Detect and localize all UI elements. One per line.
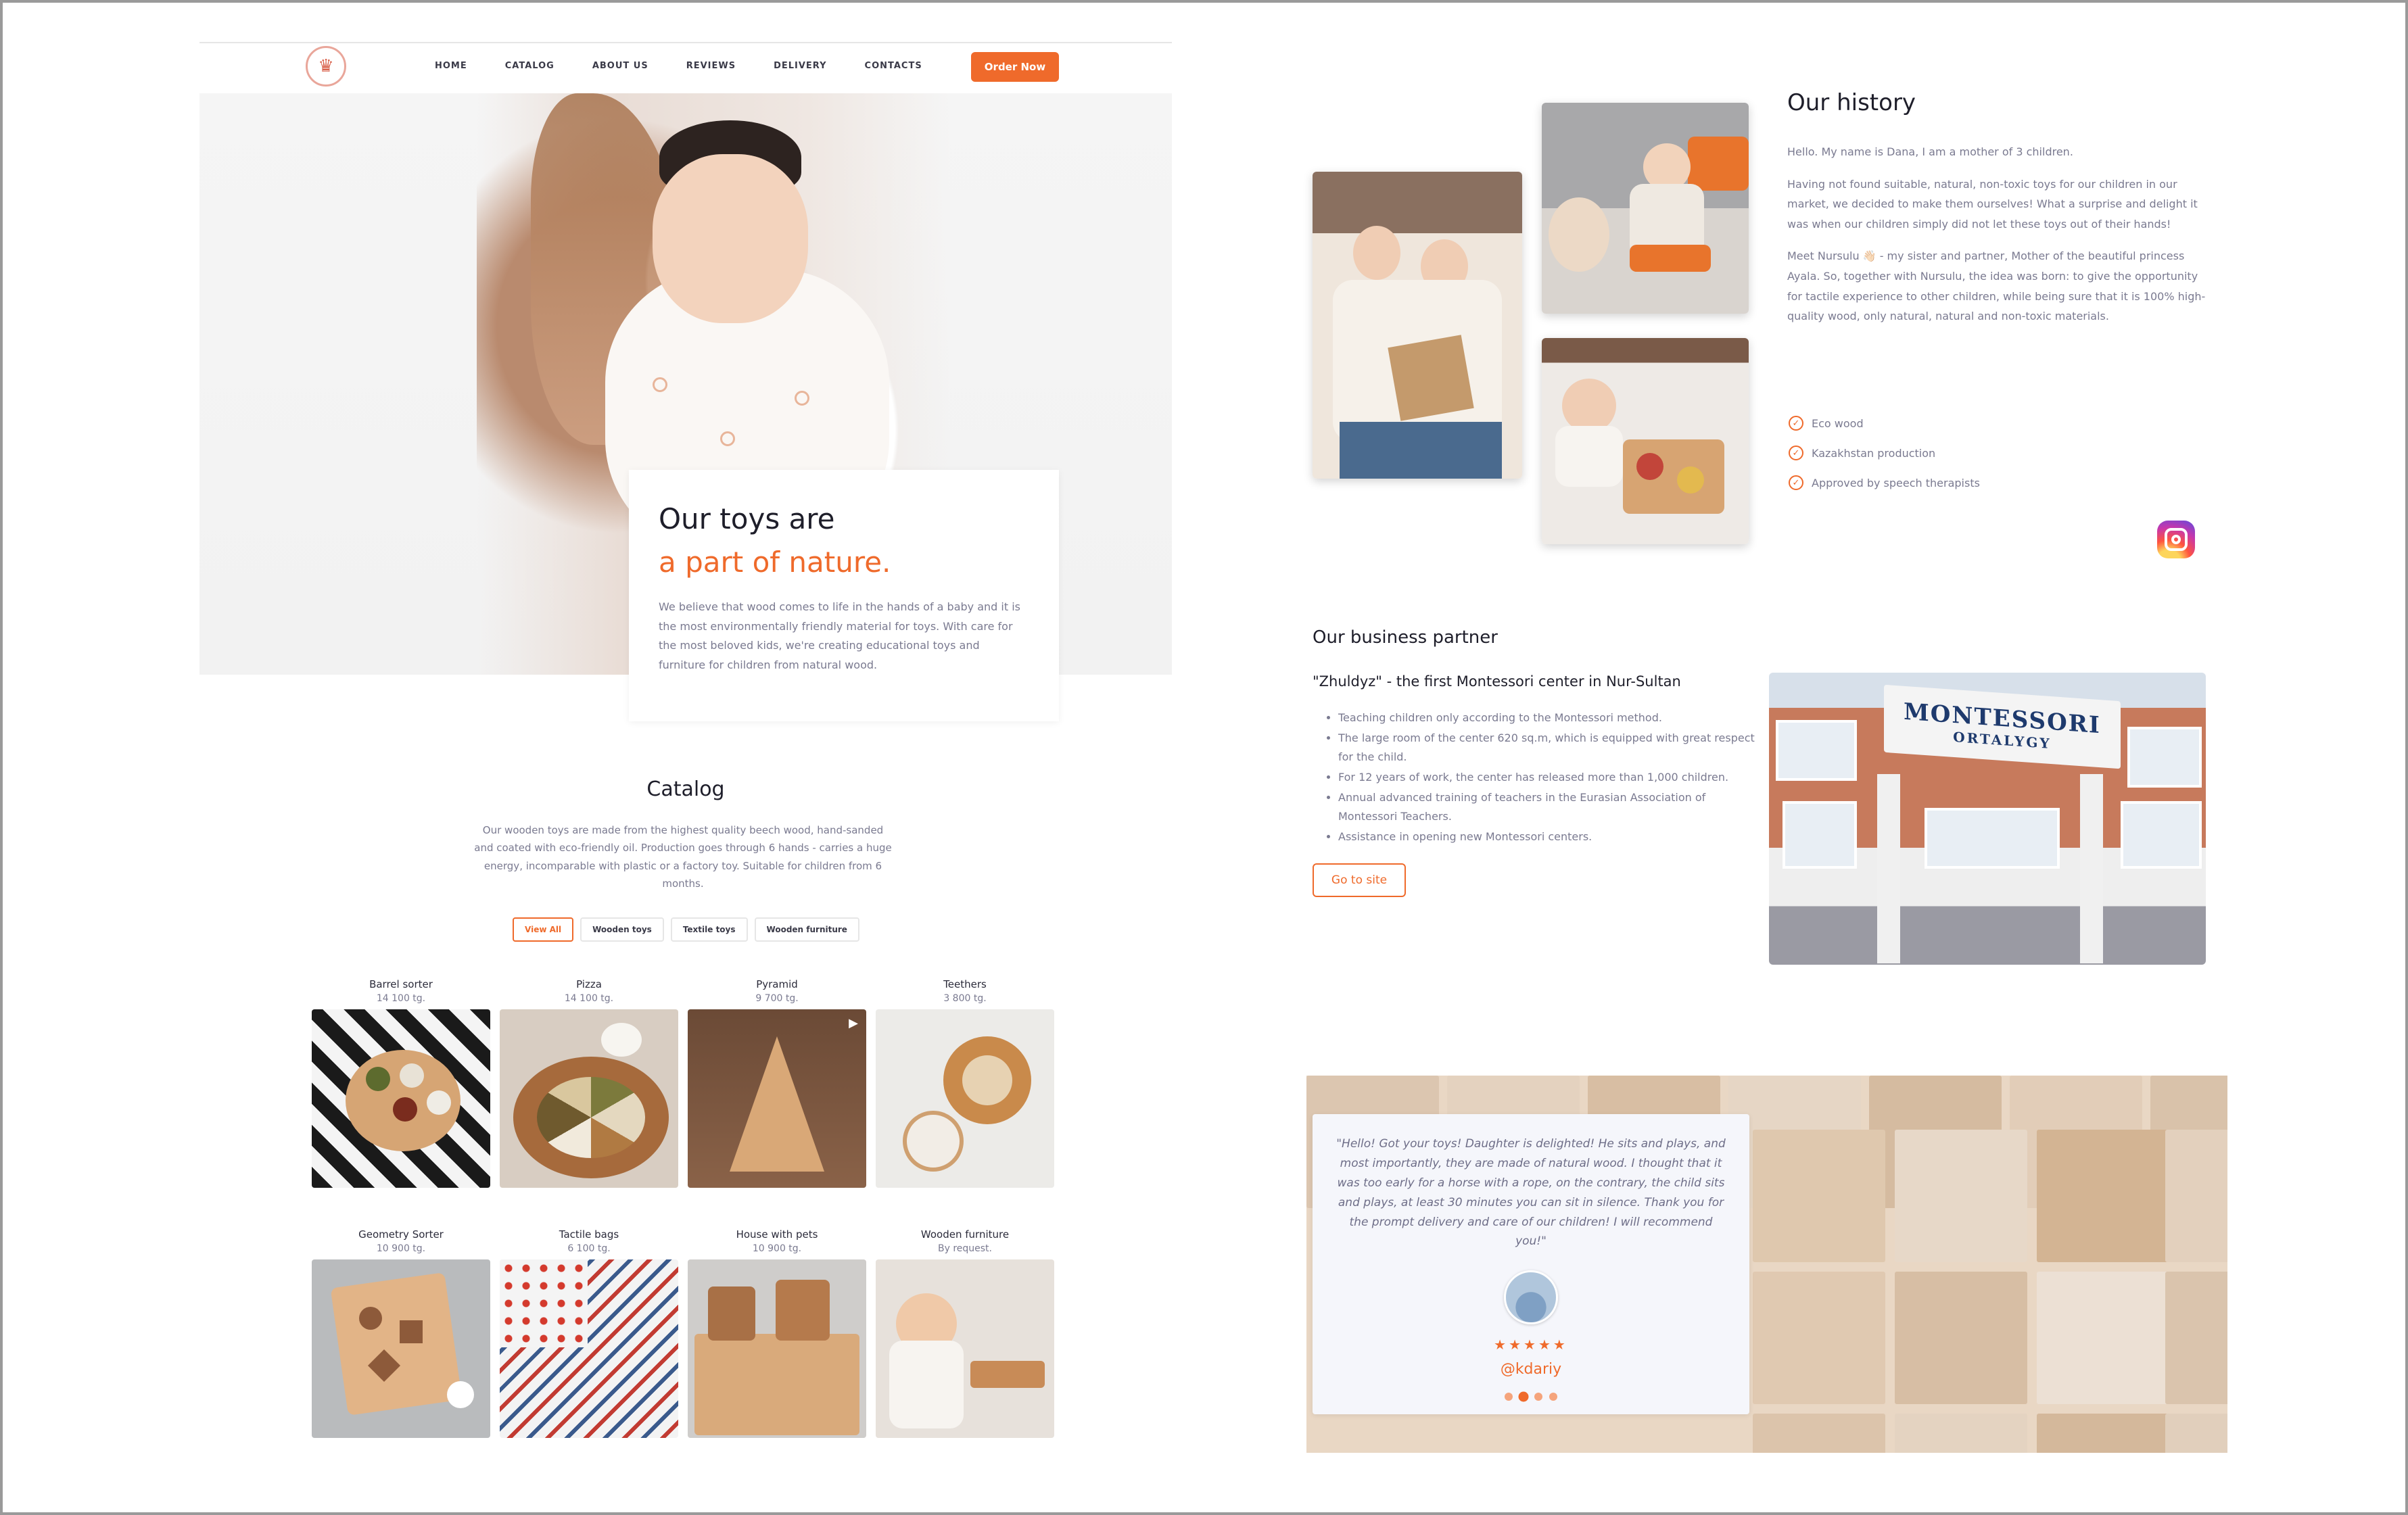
carousel-dot[interactable] [1518, 1391, 1529, 1402]
feature-item: ✓ Approved by speech therapists [1789, 475, 1980, 490]
montessori-building-photo: MONTESSORI ORTALYGY [1769, 673, 2206, 965]
filter-wooden-toys[interactable]: Wooden toys [580, 917, 664, 942]
partner-list-item: Assistance in opening new Montessori cen… [1338, 827, 1764, 846]
nav-home[interactable]: HOME [435, 61, 467, 71]
carousel-dot[interactable] [1505, 1393, 1513, 1401]
product-price: 14 100 tg. [564, 993, 614, 1004]
partner-subtitle: "Zhuldyz" - the first Montessori center … [1313, 673, 1681, 690]
filter-wooden-furniture[interactable]: Wooden furniture [754, 917, 859, 942]
nav-reviews[interactable]: REVIEWS [686, 61, 736, 71]
history-paragraph: Meet Nursulu 👋🏻 - my sister and partner,… [1787, 249, 2206, 323]
feature-item: ✓ Eco wood [1789, 416, 1980, 431]
history-photo-girl-toys [1542, 338, 1749, 544]
product-name: Pizza [576, 978, 602, 990]
catalog-description: Our wooden toys are made from the highes… [474, 824, 892, 890]
product-image[interactable] [876, 1259, 1054, 1438]
montessori-sign: MONTESSORI ORTALYGY [1884, 684, 2121, 769]
product-image[interactable] [688, 1259, 866, 1438]
navbar: ♛ HOME CATALOG ABOUT US REVIEWS DELIVERY… [199, 43, 1172, 93]
carousel-dot[interactable] [1549, 1393, 1557, 1401]
partner-title: Our business partner [1313, 627, 1498, 648]
feature-label: Kazakhstan production [1812, 446, 1936, 460]
play-icon: ▶ [849, 1016, 858, 1030]
partner-list: Teaching children only according to the … [1338, 708, 1764, 848]
feature-label: Approved by speech therapists [1812, 476, 1980, 489]
catalog-title: Catalog [646, 777, 725, 801]
partner-list-item: The large room of the center 620 sq.m, w… [1338, 729, 1764, 767]
nav-contacts[interactable]: CONTACTS [865, 61, 922, 71]
feature-item: ✓ Kazakhstan production [1789, 446, 1980, 460]
product-image[interactable] [312, 1259, 490, 1438]
nav-delivery[interactable]: DELIVERY [774, 61, 826, 71]
check-circle-icon: ✓ [1789, 416, 1803, 431]
nav-links: HOME CATALOG ABOUT US REVIEWS DELIVERY C… [435, 61, 960, 71]
filter-textile-toys[interactable]: Textile toys [670, 917, 748, 942]
crown-logo-icon[interactable]: ♛ [306, 46, 346, 87]
product-name: Tactile bags [559, 1228, 619, 1241]
product-card[interactable]: Tactile bags 6 100 tg. [500, 1228, 678, 1438]
check-circle-icon: ✓ [1789, 475, 1803, 490]
product-card[interactable]: Wooden furniture By request. [876, 1228, 1054, 1438]
product-card[interactable]: Pyramid 9 700 tg. ▶ [688, 978, 866, 1188]
nav-catalog[interactable]: CATALOG [505, 61, 554, 71]
product-card[interactable]: Pizza 14 100 tg. [500, 978, 678, 1188]
history-photo-kids-playing [1542, 103, 1749, 314]
go-to-site-button[interactable]: Go to site [1313, 863, 1406, 897]
feature-label: Eco wood [1812, 416, 1864, 430]
product-name: Geometry Sorter [358, 1228, 444, 1241]
product-name: House with pets [736, 1228, 818, 1241]
product-card[interactable]: Barrel sorter 14 100 tg. [312, 978, 490, 1188]
product-image[interactable] [500, 1259, 678, 1438]
catalog-filters: View All Wooden toys Textile toys Wooden… [513, 917, 859, 942]
carousel-dots [1336, 1391, 1726, 1402]
product-card[interactable]: Geometry Sorter 10 900 tg. [312, 1228, 490, 1438]
product-price: 9 700 tg. [755, 993, 799, 1004]
review-text: "Hello! Got your toys! Daughter is delig… [1336, 1137, 1726, 1249]
product-image[interactable]: ▶ [688, 1009, 866, 1188]
carousel-dot[interactable] [1534, 1393, 1542, 1401]
product-card[interactable]: House with pets 10 900 tg. [688, 1228, 866, 1438]
history-paragraph: Hello. My name is Dana, I am a mother of… [1787, 145, 2073, 158]
check-circle-icon: ✓ [1789, 446, 1803, 460]
history-text: Hello. My name is Dana, I am a mother of… [1787, 142, 2206, 339]
history-paragraph: Having not found suitable, natural, non-… [1787, 177, 2198, 231]
history-photo-sisters [1313, 172, 1522, 479]
rating-stars-icon: ★★★★★ [1494, 1337, 1568, 1353]
partner-list-item: Annual advanced training of teachers in … [1338, 788, 1764, 826]
nav-about-us[interactable]: ABOUT US [592, 61, 648, 71]
hero-text: We believe that wood comes to life in th… [659, 600, 1020, 672]
reviewer-handle[interactable]: @kdariy [1336, 1361, 1726, 1378]
partner-list-item: For 12 years of work, the center has rel… [1338, 768, 1764, 787]
product-image[interactable] [876, 1009, 1054, 1188]
product-name: Wooden furniture [920, 1228, 1010, 1241]
product-name: Pyramid [756, 978, 798, 990]
reviewer-avatar [1504, 1270, 1558, 1325]
history-title: Our history [1787, 89, 1916, 116]
product-price: 10 900 tg. [376, 1243, 426, 1254]
product-price: By request. [937, 1243, 992, 1254]
product-name: Barrel sorter [369, 978, 433, 990]
hero-card: Our toys are a part of nature. We believ… [629, 470, 1059, 721]
product-price: 6 100 tg. [567, 1243, 611, 1254]
partner-list-item: Teaching children only according to the … [1338, 708, 1764, 727]
product-price: 14 100 tg. [376, 993, 426, 1004]
hero-heading-line1: Our toys are [659, 502, 835, 535]
product-price: 10 900 tg. [752, 1243, 802, 1254]
hero-heading-line2: a part of nature. [659, 546, 891, 579]
product-card[interactable]: Teethers 3 800 tg. [876, 978, 1054, 1188]
filter-view-all[interactable]: View All [513, 917, 574, 942]
product-image[interactable] [500, 1009, 678, 1188]
history-features: ✓ Eco wood ✓ Kazakhstan production ✓ App… [1789, 416, 1980, 505]
product-name: Teethers [943, 978, 987, 990]
product-image[interactable] [312, 1009, 490, 1188]
product-price: 3 800 tg. [943, 993, 987, 1004]
order-now-button[interactable]: Order Now [971, 52, 1059, 82]
instagram-icon[interactable] [2157, 521, 2195, 558]
review-card: "Hello! Got your toys! Daughter is delig… [1313, 1114, 1749, 1414]
